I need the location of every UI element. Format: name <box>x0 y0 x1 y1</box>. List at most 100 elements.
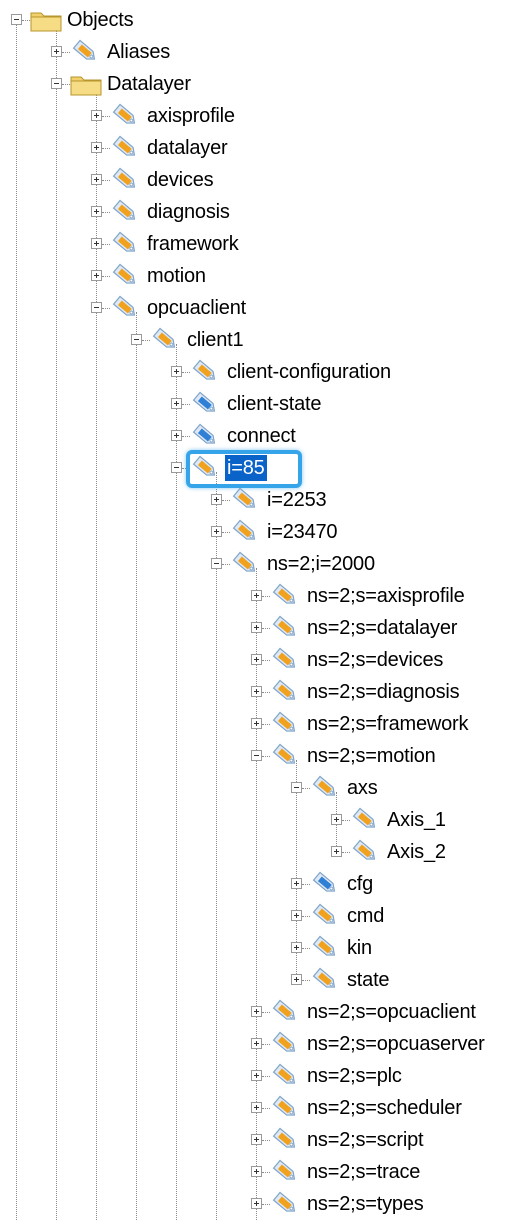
tree-node[interactable]: ns=2;s=script <box>251 1124 507 1156</box>
collapse-toggle-icon[interactable] <box>171 462 182 473</box>
collapse-toggle-icon[interactable] <box>131 334 142 345</box>
expand-toggle-icon[interactable] <box>291 910 302 921</box>
tree-node[interactable]: axisprofile <box>91 100 507 132</box>
tree-node[interactable]: i=2253 <box>211 484 507 516</box>
tree-node-label[interactable]: ns=2;s=opcuaserver <box>305 1031 487 1057</box>
tree-node-label[interactable]: cfg <box>345 871 375 897</box>
tree-node[interactable]: diagnosis <box>91 196 507 228</box>
expand-toggle-icon[interactable] <box>251 1102 262 1113</box>
tree-node-label[interactable]: ns=2;s=trace <box>305 1159 422 1185</box>
tree-node-label[interactable]: state <box>345 967 391 993</box>
expand-toggle-icon[interactable] <box>251 1198 262 1209</box>
tree-node[interactable]: ns=2;s=scheduler <box>251 1092 507 1124</box>
expand-toggle-icon[interactable] <box>331 846 342 857</box>
tree-node-label[interactable]: ns=2;s=plc <box>305 1063 404 1089</box>
tree-node-label[interactable]: opcuaclient <box>145 295 248 321</box>
tree-node[interactable]: ns=2;s=opcuaserver <box>251 1028 507 1060</box>
tree-node[interactable]: Objects <box>11 4 507 36</box>
tree-node[interactable]: ns=2;s=trace <box>251 1156 507 1188</box>
tree-node-label[interactable]: axs <box>345 775 380 801</box>
expand-toggle-icon[interactable] <box>331 814 342 825</box>
expand-toggle-icon[interactable] <box>251 590 262 601</box>
tree-node[interactable]: connect <box>171 420 507 452</box>
tree-node-label[interactable]: ns=2;s=motion <box>305 743 438 769</box>
tree-node-label[interactable]: kin <box>345 935 374 961</box>
expand-toggle-icon[interactable] <box>251 718 262 729</box>
tree-node-label[interactable]: ns=2;i=2000 <box>265 551 377 577</box>
tree-node-label[interactable]: ns=2;s=diagnosis <box>305 679 461 705</box>
tree-node-label[interactable]: client-configuration <box>225 359 393 385</box>
tree-node[interactable]: opcuaclient <box>91 292 507 324</box>
tree-node-label[interactable]: axisprofile <box>145 103 237 129</box>
expand-toggle-icon[interactable] <box>251 1006 262 1017</box>
object-tree[interactable]: Objects Aliases Datalayer axisprofile datala… <box>0 0 507 1220</box>
tree-node-label[interactable]: ns=2;s=datalayer <box>305 615 459 641</box>
tree-node-label[interactable]: ns=2;s=framework <box>305 711 470 737</box>
expand-toggle-icon[interactable] <box>51 46 62 57</box>
tree-node[interactable]: client-configuration <box>171 356 507 388</box>
expand-toggle-icon[interactable] <box>171 430 182 441</box>
tree-node-label[interactable]: i=23470 <box>265 519 339 545</box>
tree-node-label[interactable]: Aliases <box>105 39 172 65</box>
expand-toggle-icon[interactable] <box>91 110 102 121</box>
tree-node[interactable]: ns=2;s=types <box>251 1188 507 1220</box>
tree-node[interactable]: datalayer <box>91 132 507 164</box>
tree-node[interactable]: Axis_2 <box>331 836 507 868</box>
expand-toggle-icon[interactable] <box>251 1070 262 1081</box>
collapse-toggle-icon[interactable] <box>291 782 302 793</box>
expand-toggle-icon[interactable] <box>211 526 222 537</box>
tree-node-label[interactable]: client1 <box>185 327 245 353</box>
tree-node[interactable]: motion <box>91 260 507 292</box>
tree-node-label[interactable]: connect <box>225 423 298 449</box>
expand-toggle-icon[interactable] <box>251 1166 262 1177</box>
collapse-toggle-icon[interactable] <box>211 558 222 569</box>
expand-toggle-icon[interactable] <box>211 494 222 505</box>
collapse-toggle-icon[interactable] <box>11 14 22 25</box>
tree-node-label[interactable]: ns=2;s=types <box>305 1191 426 1217</box>
expand-toggle-icon[interactable] <box>251 1134 262 1145</box>
tree-node[interactable]: ns=2;s=opcuaclient <box>251 996 507 1028</box>
tree-node-label[interactable]: Axis_1 <box>385 807 448 833</box>
expand-toggle-icon[interactable] <box>171 398 182 409</box>
expand-toggle-icon[interactable] <box>251 654 262 665</box>
expand-toggle-icon[interactable] <box>91 270 102 281</box>
tree-node-label[interactable]: Datalayer <box>105 71 193 97</box>
tree-node-label[interactable]: diagnosis <box>145 199 232 225</box>
tree-node[interactable]: ns=2;s=diagnosis <box>251 676 507 708</box>
tree-node[interactable]: ns=2;s=devices <box>251 644 507 676</box>
tree-node[interactable]: cfg <box>291 868 507 900</box>
tree-node[interactable]: client-state <box>171 388 507 420</box>
tree-node[interactable]: Datalayer <box>51 68 507 100</box>
tree-node[interactable]: ns=2;s=framework <box>251 708 507 740</box>
tree-node[interactable]: ns=2;s=motion <box>251 740 507 772</box>
tree-node-label[interactable]: ns=2;s=devices <box>305 647 445 673</box>
tree-node[interactable]: client1 <box>131 324 507 356</box>
collapse-toggle-icon[interactable] <box>91 302 102 313</box>
tree-node-label[interactable]: Objects <box>65 7 135 33</box>
tree-node-label[interactable]: motion <box>145 263 208 289</box>
tree-node-label[interactable]: i=2253 <box>265 487 328 513</box>
tree-node-label[interactable]: datalayer <box>145 135 229 161</box>
expand-toggle-icon[interactable] <box>91 238 102 249</box>
tree-node-label[interactable]: Axis_2 <box>385 839 448 865</box>
tree-node[interactable]: Axis_1 <box>331 804 507 836</box>
tree-node-label[interactable]: ns=2;s=script <box>305 1127 425 1153</box>
expand-toggle-icon[interactable] <box>91 142 102 153</box>
tree-node[interactable]: ns=2;s=plc <box>251 1060 507 1092</box>
collapse-toggle-icon[interactable] <box>51 78 62 89</box>
tree-node[interactable]: ns=2;s=axisprofile <box>251 580 507 612</box>
expand-toggle-icon[interactable] <box>251 1038 262 1049</box>
expand-toggle-icon[interactable] <box>91 174 102 185</box>
expand-toggle-icon[interactable] <box>91 206 102 217</box>
expand-toggle-icon[interactable] <box>171 366 182 377</box>
tree-node[interactable]: cmd <box>291 900 507 932</box>
tree-node[interactable]: framework <box>91 228 507 260</box>
tree-node-label[interactable]: ns=2;s=axisprofile <box>305 583 467 609</box>
expand-toggle-icon[interactable] <box>291 974 302 985</box>
tree-node[interactable]: i=23470 <box>211 516 507 548</box>
tree-node[interactable]: axs <box>291 772 507 804</box>
tree-node[interactable]: Aliases <box>51 36 507 68</box>
tree-node[interactable]: kin <box>291 932 507 964</box>
tree-node-label[interactable]: cmd <box>345 903 386 929</box>
tree-node-label[interactable]: ns=2;s=scheduler <box>305 1095 464 1121</box>
